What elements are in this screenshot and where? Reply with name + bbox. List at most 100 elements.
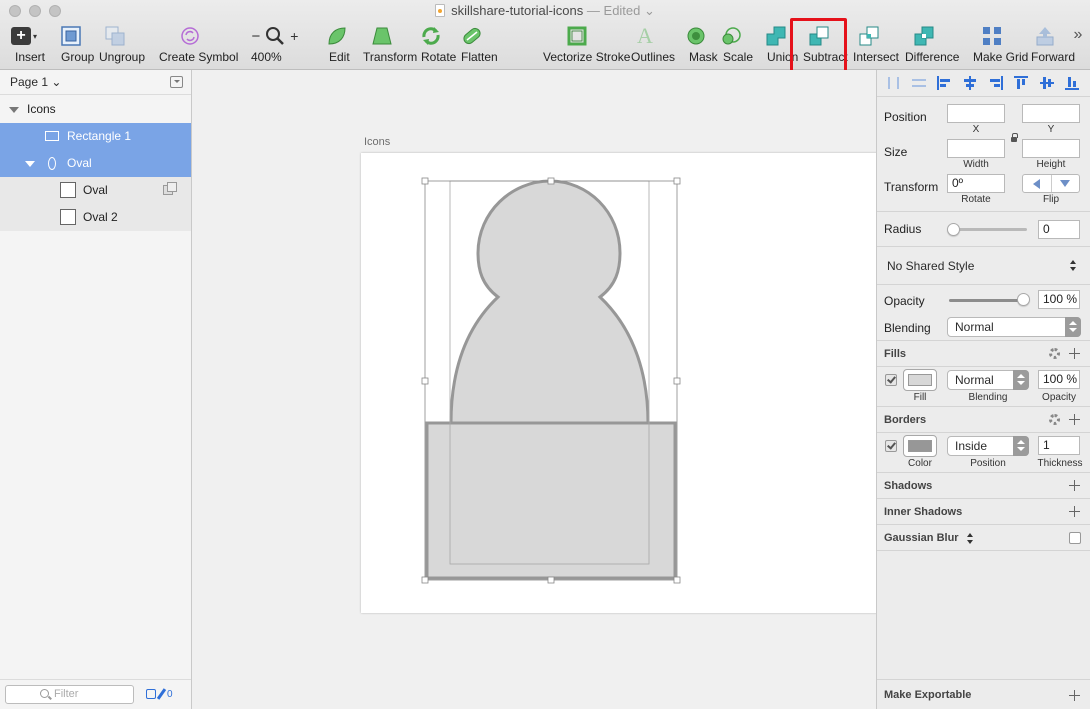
chevron-down-icon[interactable]: ⌄ [644, 3, 655, 18]
group-button[interactable]: Group [54, 24, 94, 64]
shape-thumbnail-icon [60, 182, 76, 198]
scale-button[interactable]: Scale [716, 24, 753, 64]
height-input[interactable] [1022, 139, 1080, 158]
gaussian-blur-checkbox[interactable] [1069, 532, 1081, 544]
subtract-highlight-box [790, 18, 847, 74]
intersect-button[interactable]: Intersect [846, 24, 899, 64]
layer-oval[interactable]: Oval [0, 177, 191, 204]
forward-button[interactable]: Forward [1024, 24, 1075, 64]
flip-horizontal-button[interactable] [1023, 175, 1051, 192]
toolbar-overflow-button[interactable]: » [1070, 26, 1086, 44]
layer-label: Icons [27, 102, 56, 116]
flatten-button[interactable]: Flatten [454, 24, 498, 64]
gaussian-blur-select[interactable]: Gaussian Blur [884, 532, 959, 544]
flip-vertical-button[interactable] [1050, 175, 1080, 192]
distribute-horizontal-icon[interactable] [885, 76, 906, 90]
opacity-blending-section: Opacity 100 % Blending Normal [877, 285, 1090, 341]
disclosure-triangle-icon[interactable] [25, 161, 35, 167]
rotate-button[interactable]: Rotate [414, 24, 456, 64]
layer-oval-group[interactable]: Oval [0, 150, 191, 177]
boolean-operation-icon[interactable] [163, 182, 177, 195]
border-color-swatch[interactable] [903, 435, 937, 457]
mask-button[interactable]: Mask [682, 24, 718, 64]
fill-blending-select[interactable]: Normal [947, 370, 1029, 390]
add-export-plus-icon[interactable] [1069, 690, 1080, 701]
make-grid-label: Make Grid [973, 50, 1029, 64]
layer-artboard-icons[interactable]: Icons [0, 96, 191, 123]
borders-settings-gear-icon[interactable] [1049, 414, 1060, 425]
filter-input[interactable]: Filter [5, 685, 134, 704]
fill-opacity-input[interactable]: 100 % [1038, 370, 1080, 389]
updown-chevron-icon[interactable] [967, 533, 974, 545]
opacity-input[interactable]: 100 % [1038, 290, 1080, 309]
width-input[interactable] [947, 139, 1005, 158]
make-grid-button[interactable]: Make Grid [966, 24, 1028, 64]
transform-button[interactable]: Transform [356, 24, 417, 64]
rotate-input[interactable]: 0º [947, 174, 1005, 193]
disclosure-triangle-icon[interactable] [9, 107, 19, 113]
fill-opacity-label: Opacity [1042, 392, 1076, 403]
lock-icon[interactable] [1011, 133, 1018, 142]
difference-button[interactable]: Difference [898, 24, 959, 64]
y-input[interactable] [1022, 104, 1080, 123]
edit-button[interactable]: Edit [322, 24, 352, 64]
fills-settings-gear-icon[interactable] [1049, 348, 1060, 359]
gaussian-blur-row: Gaussian Blur [877, 525, 1090, 551]
difference-icon [914, 26, 934, 46]
add-fill-plus-icon[interactable] [1069, 348, 1080, 359]
border-enabled-checkbox[interactable] [885, 440, 897, 452]
radius-slider[interactable] [951, 228, 1027, 231]
oval-combined-shape[interactable] [449, 179, 650, 425]
flatten-icon [463, 27, 481, 45]
outlines-button[interactable]: A Outlines [624, 23, 675, 64]
x-input[interactable] [947, 104, 1005, 123]
insert-button[interactable]: + ▾ Insert [8, 24, 45, 64]
edited-status[interactable]: — Edited [587, 3, 640, 18]
layer-rectangle-1[interactable]: Rectangle 1 [0, 123, 191, 150]
ungroup-button[interactable]: Ungroup [92, 24, 145, 64]
fill-enabled-checkbox[interactable] [885, 374, 897, 386]
rotate-label: Rotate [421, 50, 457, 64]
collapse-pages-icon[interactable] [170, 76, 183, 88]
zoom-out-button[interactable]: − [252, 28, 261, 45]
x-label: X [972, 124, 980, 135]
page-selector[interactable]: Page 1 ⌄ [0, 70, 191, 95]
opacity-slider[interactable] [949, 299, 1025, 302]
rectangle-1-shape[interactable] [425, 421, 677, 580]
align-middle-vertical-icon[interactable] [1039, 76, 1060, 90]
create-symbol-button[interactable]: Create Symbol [152, 24, 238, 64]
flip-label: Flip [1042, 194, 1060, 205]
add-shadow-plus-icon[interactable] [1069, 480, 1080, 491]
blending-select[interactable]: Normal [947, 317, 1081, 337]
fill-row: Normal 100 % Fill Blending Opacity [877, 367, 1090, 407]
fill-color-swatch[interactable] [903, 369, 937, 391]
rotate-icon [422, 27, 440, 45]
align-left-icon[interactable] [936, 76, 957, 90]
zoom-value[interactable]: 400% [251, 50, 282, 64]
updown-chevron-icon [1013, 370, 1029, 390]
border-thickness-input[interactable]: 1 [1038, 436, 1080, 455]
union-button[interactable]: Union [760, 24, 798, 64]
add-border-plus-icon[interactable] [1069, 414, 1080, 425]
layer-oval-2[interactable]: Oval 2 [0, 204, 191, 231]
canvas[interactable]: Icons [192, 70, 876, 709]
add-inner-shadow-plus-icon[interactable] [1069, 506, 1080, 517]
radius-input[interactable]: 0 [1038, 220, 1080, 239]
selection-overlay [421, 177, 681, 584]
opacity-slider-knob[interactable] [1017, 293, 1030, 306]
vectorize-stroke-button[interactable]: Vectorize Stroke [536, 24, 630, 64]
align-bottom-icon[interactable] [1064, 76, 1085, 90]
updown-chevron-icon[interactable] [1070, 260, 1077, 272]
radius-slider-knob[interactable] [947, 223, 960, 236]
filter-slices-icon[interactable] [156, 688, 167, 700]
updown-chevron-icon [1013, 436, 1029, 456]
distribute-vertical-icon[interactable] [911, 76, 932, 90]
make-exportable-row[interactable]: Make Exportable [877, 679, 1090, 709]
align-top-icon[interactable] [1013, 76, 1034, 90]
shared-style-select[interactable]: No Shared Style [887, 259, 974, 273]
zoom-in-button[interactable]: + [290, 28, 298, 44]
align-right-icon[interactable] [988, 76, 1009, 90]
border-position-select[interactable]: Inside [947, 436, 1029, 456]
align-center-horizontal-icon[interactable] [962, 76, 983, 90]
filter-symbols-icon[interactable] [146, 689, 156, 699]
